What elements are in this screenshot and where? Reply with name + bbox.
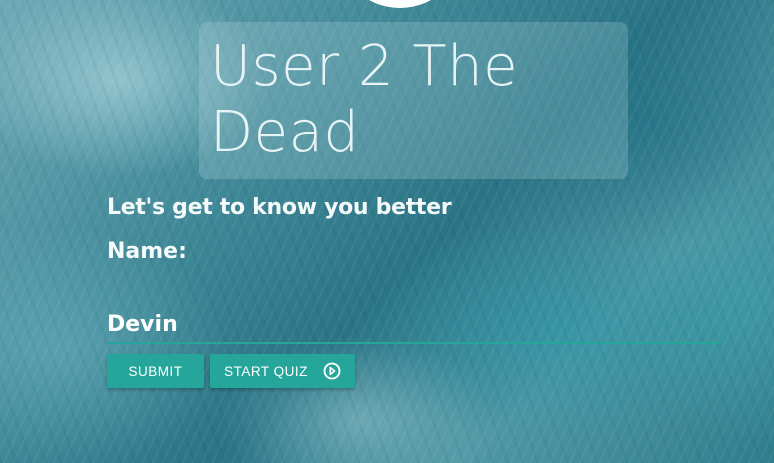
start-quiz-button-label: START QUIZ bbox=[224, 363, 308, 379]
start-quiz-button[interactable]: START QUIZ bbox=[210, 354, 355, 388]
play-circle-icon bbox=[323, 362, 341, 380]
page-title: User 2 The Dead bbox=[210, 34, 519, 165]
submit-button[interactable]: SUBMIT bbox=[107, 354, 204, 388]
name-input[interactable] bbox=[107, 306, 721, 344]
submit-button-label: SUBMIT bbox=[128, 363, 183, 379]
form-prompt: Let's get to know you better bbox=[107, 195, 452, 220]
avatar bbox=[336, 0, 464, 8]
name-label: Name: bbox=[107, 239, 187, 264]
